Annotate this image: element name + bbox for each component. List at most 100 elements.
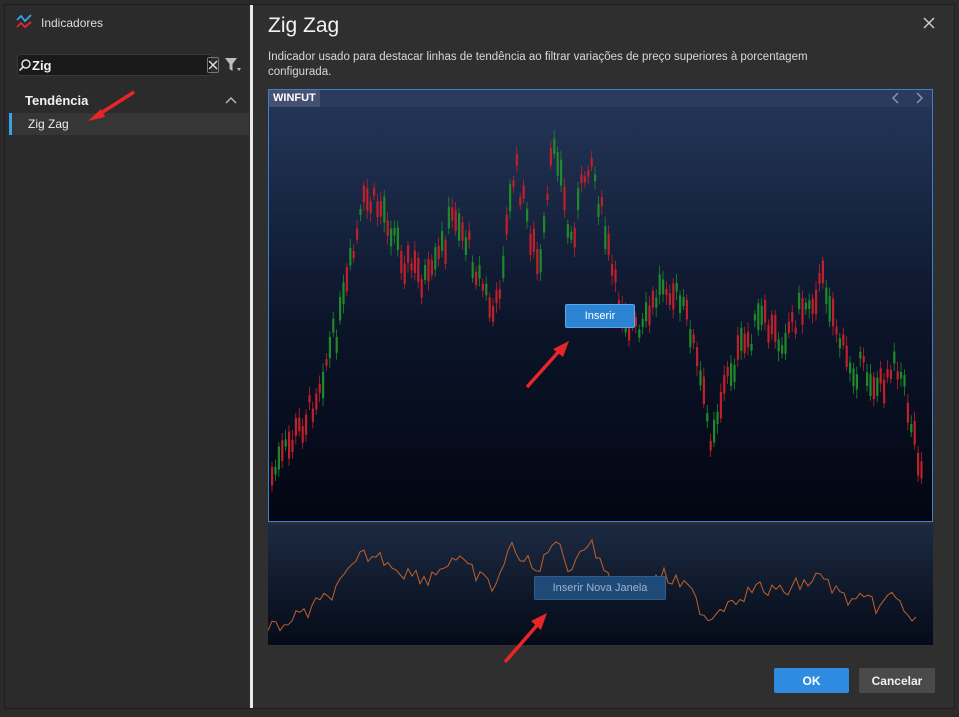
candle-body [838,338,841,349]
candle-body [475,271,478,286]
candle-body [308,395,311,403]
candle-body [420,279,423,298]
candle-body [747,332,750,348]
candle-body [495,290,498,304]
candle-body [403,263,406,284]
candle-body [359,209,362,216]
panel-divider [250,5,253,708]
candle-body [903,374,906,387]
candle-body [811,298,814,314]
candle-body [781,345,784,354]
candle-body [396,227,399,250]
search-field[interactable] [17,54,219,76]
candle-body [451,207,454,221]
candle-body [318,384,321,393]
candle-body [600,197,603,206]
candle-body [740,327,743,351]
candle-body [801,298,804,325]
candle-body [614,269,617,283]
candle-body [791,312,794,323]
candle-body [713,419,716,443]
candle-body [288,431,291,459]
insert-new-window-button[interactable]: Inserir Nova Janela [534,576,666,600]
candle-body [818,273,821,285]
candle-body [342,282,345,305]
candle-body [668,293,671,306]
candle-body [634,316,637,327]
candle-body [872,376,875,400]
candle-body [658,274,661,295]
candle-body [543,216,546,233]
candle-body [723,374,726,394]
candle-body [352,250,355,259]
sidebar-item-zig-zag[interactable]: Zig Zag [9,113,249,135]
section-header-tendencia[interactable]: Tendência [5,91,249,111]
candle-body [386,220,389,236]
candle-body [906,402,909,423]
candle-body [315,393,318,410]
candle-body [485,283,488,296]
candle-body [424,265,427,280]
zigzag-subwindow-preview: Inserir Nova Janela [268,524,933,645]
candle-body [427,259,430,282]
candle-body [322,371,325,399]
candle-body [787,321,790,333]
candle-body [655,297,658,308]
candle-body [298,417,301,432]
insert-button[interactable]: Inserir [565,304,635,328]
filter-icon [225,58,241,71]
ok-button[interactable]: OK [774,668,849,693]
candle-body [478,265,481,279]
candle-body [696,347,699,367]
candle-body [570,231,573,240]
candle-body [699,370,702,386]
close-icon[interactable] [921,15,937,31]
candle-body [767,324,770,343]
candle-body [706,412,709,422]
candle-body [512,180,515,187]
candle-body [774,314,777,342]
candle-body [447,206,450,229]
candle-body [413,250,416,273]
candle-body [638,329,641,338]
candle-body [526,208,529,222]
cancel-button[interactable]: Cancelar [859,668,935,693]
candle-body [587,170,590,177]
candle-body [716,411,719,424]
candle-body [454,209,457,232]
candle-body [651,290,654,308]
candle-body [583,176,586,183]
candle-body [339,297,342,321]
candle-body [604,226,607,250]
filter-button[interactable] [223,55,243,75]
candle-body [369,201,372,213]
candle-body [434,247,437,270]
candle-body [560,159,563,186]
candle-body [920,461,923,479]
candle-body [410,263,413,271]
candle-body [645,302,648,322]
candle-body [682,297,685,307]
candle-body [730,363,733,387]
candle-body [383,196,386,223]
candle-body [556,152,559,176]
candle-body [502,255,505,279]
clear-search-button[interactable] [207,57,219,73]
candle-body [366,188,369,211]
candle-body [828,296,831,322]
candle-body [876,377,879,396]
candle-body [794,327,797,334]
candle-body [692,334,695,343]
candle-body [760,305,763,326]
candle-body [845,345,848,367]
candle-body [437,245,440,260]
indicator-chart-icon [15,12,33,35]
candle-body [328,336,331,358]
search-input[interactable] [32,57,207,73]
candle-body [913,421,916,445]
candle-body [910,424,913,433]
candle-body [271,467,274,486]
candle-body [862,356,865,363]
candle-body [662,279,665,295]
indicators-dialog: Indicadores Tendência Zig Zag [4,4,955,709]
